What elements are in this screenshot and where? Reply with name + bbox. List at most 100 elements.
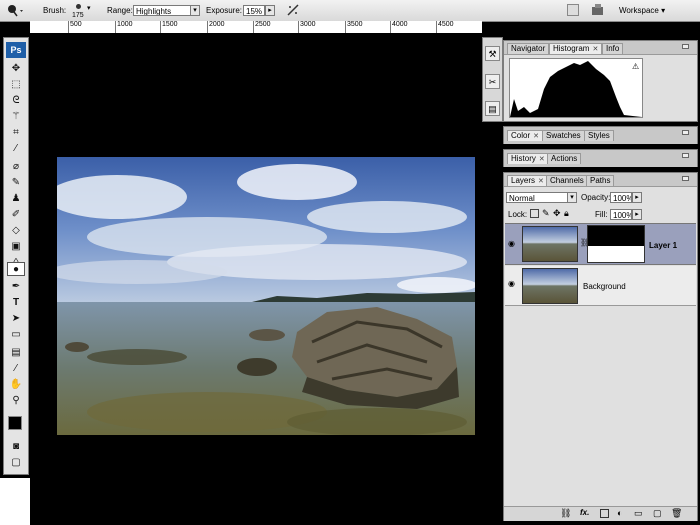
tab-styles[interactable]: Styles xyxy=(584,130,614,141)
eyedropper-tool-icon[interactable]: ⁄ xyxy=(7,362,25,376)
type-tool-icon[interactable]: T xyxy=(7,296,25,310)
layer-thumbnail xyxy=(522,226,578,262)
foreground-color-swatch[interactable] xyxy=(8,416,22,430)
link-layers-icon[interactable]: ⛓ xyxy=(560,508,571,519)
ruler-label: 500 xyxy=(70,21,82,28)
healing-brush-icon[interactable]: ⌀ xyxy=(7,160,25,174)
slice-tool-icon[interactable]: ⁄ xyxy=(7,142,25,156)
fill-input[interactable]: 100% xyxy=(610,209,632,220)
canvas-top-border xyxy=(30,33,482,37)
palette-well-icon[interactable] xyxy=(567,4,579,16)
notes-tool-icon[interactable]: ▤ xyxy=(7,346,25,360)
color-panel: Color ✕ Swatches Styles xyxy=(503,126,698,144)
tab-history[interactable]: History ✕ xyxy=(507,153,549,164)
close-icon[interactable]: ✕ xyxy=(539,156,545,163)
tab-histogram[interactable]: Histogram ✕ xyxy=(549,43,603,54)
tab-navigator[interactable]: Navigator xyxy=(507,43,550,54)
ruler-label: 3500 xyxy=(347,21,363,28)
shape-tool-icon[interactable]: ▭ xyxy=(7,328,25,342)
layers-panel-tabs: Layers ✕ Channels Paths xyxy=(504,173,697,187)
layer-mask-thumbnail[interactable] xyxy=(587,225,645,263)
history-panel: History ✕ Actions xyxy=(503,149,698,167)
history-brush-icon[interactable]: ✐ xyxy=(7,208,25,222)
delete-layer-icon[interactable]: 🗑︎ xyxy=(671,508,682,519)
panel-menu-icon[interactable] xyxy=(682,130,689,135)
close-icon[interactable]: ✕ xyxy=(533,133,539,140)
panel-menu-icon[interactable] xyxy=(682,44,689,49)
add-mask-icon[interactable] xyxy=(600,509,609,518)
blend-mode-dropdown[interactable]: ▾ xyxy=(567,192,577,203)
path-selection-icon[interactable]: ➤ xyxy=(7,312,25,326)
eraser-tool-icon[interactable]: ◇ xyxy=(7,224,25,238)
range-label: Range: xyxy=(107,6,133,15)
lock-transparency-icon[interactable] xyxy=(530,209,539,218)
opacity-input[interactable]: 100% xyxy=(610,192,632,203)
clone-stamp-icon[interactable]: ♟ xyxy=(7,192,25,206)
move-tool-icon[interactable]: ✥ xyxy=(7,62,25,76)
layer-style-icon[interactable]: fx. xyxy=(580,508,589,517)
layers-panel: Layers ✕ Channels Paths Normal ▾ Opacity:… xyxy=(503,172,698,521)
opacity-slider-button[interactable]: ▸ xyxy=(632,192,642,203)
new-group-icon[interactable]: ▭ xyxy=(634,508,643,519)
eye-visibility-icon[interactable]: ◉ xyxy=(508,239,515,248)
close-icon[interactable]: ✕ xyxy=(592,46,598,53)
tab-layers[interactable]: Layers ✕ xyxy=(507,175,548,186)
adjustment-layer-icon[interactable]: ◐ xyxy=(617,508,622,518)
brushes-panel-icon[interactable]: ⚒ xyxy=(485,46,500,61)
magic-wand-icon[interactable]: ⚚ xyxy=(7,110,25,124)
layer-row-layer-1[interactable]: ◉ ⛓ Layer 1 xyxy=(505,223,696,265)
fill-slider-button[interactable]: ▸ xyxy=(632,209,642,220)
tab-color[interactable]: Color ✕ xyxy=(507,130,543,141)
pen-tool-icon[interactable]: ✒ xyxy=(7,280,25,294)
opacity-label: Opacity: xyxy=(581,193,611,202)
workspace-menu[interactable]: Workspace ▾ xyxy=(619,6,665,16)
tab-info[interactable]: Info xyxy=(602,43,624,54)
close-icon[interactable]: ✕ xyxy=(538,178,544,185)
airbrush-icon[interactable] xyxy=(286,3,300,17)
eye-visibility-icon[interactable]: ◉ xyxy=(508,279,515,288)
tab-channels[interactable]: Channels xyxy=(546,175,588,186)
brush-dot-icon xyxy=(76,4,81,9)
lock-position-icon[interactable]: ✥ xyxy=(553,208,561,219)
document-canvas-image[interactable] xyxy=(57,157,475,435)
lock-image-icon[interactable]: ✎ xyxy=(542,208,550,219)
blend-mode-select[interactable]: Normal xyxy=(506,192,568,203)
exposure-input[interactable]: 15% xyxy=(243,5,265,16)
range-dropdown-button[interactable]: ▾ xyxy=(190,5,200,16)
dodge-tool-icon[interactable]: ● xyxy=(7,262,25,276)
lock-all-icon[interactable]: 🔒︎ xyxy=(564,208,569,219)
tab-actions[interactable]: Actions xyxy=(547,153,582,164)
range-select[interactable]: Highlights xyxy=(133,5,191,16)
hand-tool-icon[interactable]: ✋ xyxy=(7,378,25,392)
tool-presets-icon[interactable]: ✂ xyxy=(485,74,500,89)
crop-tool-icon[interactable]: ⌗ xyxy=(7,126,25,140)
layer-row-background[interactable]: ◉ Background xyxy=(505,266,696,306)
ruler-label: 2500 xyxy=(255,21,271,28)
photoshop-logo[interactable]: Ps xyxy=(6,42,26,58)
brush-tool-icon[interactable]: ✎ xyxy=(7,176,25,190)
marquee-tool-icon[interactable]: ⬚ xyxy=(7,78,25,92)
layer-comps-icon[interactable]: ▤ xyxy=(485,101,500,116)
dodge-tool-preset-icon[interactable] xyxy=(6,4,26,17)
screen-mode-icon[interactable]: ▢ xyxy=(7,456,25,470)
warning-icon[interactable]: ⚠ xyxy=(632,62,639,71)
gradient-tool-icon[interactable]: ▣ xyxy=(7,240,25,254)
histogram-chart: ⚠ xyxy=(509,58,643,118)
panel-dock: ⚒ ✂ ▤ xyxy=(482,37,503,122)
new-layer-icon[interactable]: ▢ xyxy=(653,508,662,519)
color-panel-tabs: Color ✕ Swatches Styles xyxy=(504,127,697,144)
panel-menu-icon[interactable] xyxy=(682,153,689,158)
tab-paths[interactable]: Paths xyxy=(586,175,615,186)
brush-label: Brush: xyxy=(43,6,67,15)
zoom-tool-icon[interactable]: ⚲ xyxy=(7,394,25,408)
exposure-slider-button[interactable]: ▸ xyxy=(265,5,275,16)
histogram-panel: Navigator Histogram ✕ Info ⚠ xyxy=(503,40,698,122)
ruler-label: 2000 xyxy=(209,21,225,28)
lasso-tool-icon[interactable]: ᘓ xyxy=(7,94,25,108)
tab-swatches[interactable]: Swatches xyxy=(542,130,585,141)
minibridge-icon[interactable] xyxy=(590,3,606,17)
brush-picker[interactable]: ▾ 175 xyxy=(68,2,98,20)
panel-menu-icon[interactable] xyxy=(682,176,689,181)
quick-mask-icon[interactable]: ◙ xyxy=(7,440,25,454)
layers-panel-footer: ⛓ fx. ◐ ▭ ▢ 🗑︎ xyxy=(504,506,697,521)
